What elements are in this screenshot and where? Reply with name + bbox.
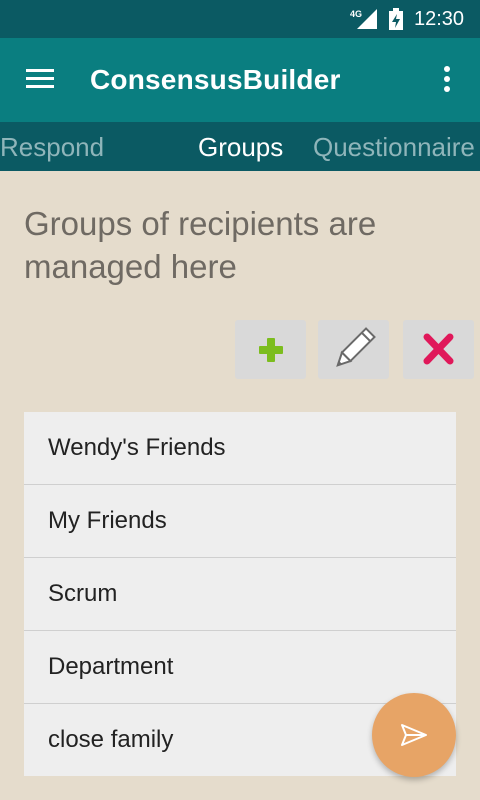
overflow-menu-icon[interactable] xyxy=(432,64,462,96)
cross-icon xyxy=(423,333,454,365)
network-type-label: 4G xyxy=(350,9,362,19)
page-heading: Groups of recipients are managed here xyxy=(24,205,377,285)
plus-icon xyxy=(259,338,283,362)
tab-questionnaire[interactable]: Questionnaire xyxy=(313,132,475,163)
add-group-button[interactable] xyxy=(235,320,306,379)
list-item[interactable]: Department xyxy=(24,631,456,704)
tab-groups[interactable]: Groups xyxy=(198,132,283,163)
edit-group-button[interactable] xyxy=(318,320,389,379)
send-fab-button[interactable] xyxy=(372,693,456,777)
hamburger-menu-icon[interactable] xyxy=(24,64,58,94)
app-bar: ConsensusBuilder xyxy=(0,38,480,122)
battery-icon xyxy=(389,8,403,30)
list-item[interactable]: My Friends xyxy=(24,485,456,558)
app-title: ConsensusBuilder xyxy=(90,64,341,95)
pencil-icon xyxy=(336,327,376,367)
send-icon xyxy=(401,724,427,746)
tab-bar: Respond Groups Questionnaire xyxy=(0,122,480,171)
list-item[interactable]: Scrum xyxy=(24,558,456,631)
clock: 12:30 xyxy=(414,8,465,30)
delete-group-button[interactable] xyxy=(403,320,474,379)
status-bar: 4G 12:30 xyxy=(0,0,480,38)
tab-respond[interactable]: Respond xyxy=(0,132,104,163)
signal-icon: 4G xyxy=(350,9,377,29)
list-item[interactable]: Wendy's Friends xyxy=(24,412,456,485)
